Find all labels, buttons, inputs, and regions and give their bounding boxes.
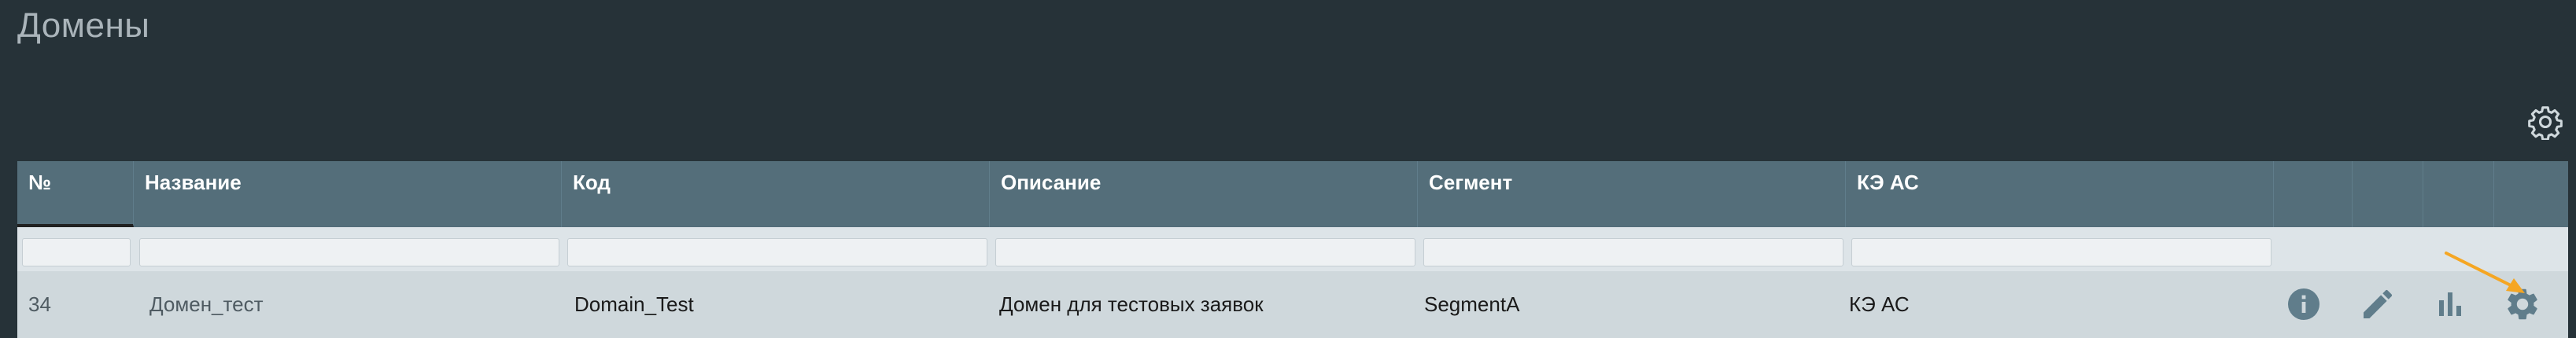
filter-description-input[interactable] xyxy=(995,238,1415,266)
cell-name: Домен_тест xyxy=(149,292,264,316)
table-header: № Название Код Описание Сегмент КЭ АС xyxy=(17,161,2568,227)
cell-num: 34 xyxy=(28,292,51,316)
column-header-action-1 xyxy=(2274,161,2353,227)
domains-table: № Название Код Описание Сегмент КЭ АС 34… xyxy=(17,161,2568,338)
column-header-name[interactable]: Название xyxy=(134,161,562,227)
column-header-segment[interactable]: Сегмент xyxy=(1418,161,1846,227)
table-row[interactable]: 34 Домен_тест Domain_Test Домен для тест… xyxy=(17,271,2568,338)
pointer-arrow-icon xyxy=(2445,252,2525,293)
info-button[interactable] xyxy=(2285,285,2323,323)
info-icon xyxy=(2288,288,2320,320)
edit-button[interactable] xyxy=(2359,285,2397,323)
cell-code: Domain_Test xyxy=(574,292,694,316)
filter-name-input[interactable] xyxy=(139,238,559,266)
column-header-num[interactable]: № xyxy=(17,161,134,227)
filter-num-input[interactable] xyxy=(22,238,131,266)
filter-segment-input[interactable] xyxy=(1423,238,1843,266)
column-header-action-4 xyxy=(2494,161,2568,227)
cell-ke-as: КЭ АС xyxy=(1849,292,1910,316)
column-header-action-3 xyxy=(2423,161,2494,227)
column-header-description[interactable]: Описание xyxy=(990,161,1418,227)
cell-segment: SegmentA xyxy=(1424,292,1520,316)
column-header-code[interactable]: Код xyxy=(562,161,990,227)
filter-ke-as-input[interactable] xyxy=(1851,238,2272,266)
column-header-action-2 xyxy=(2353,161,2423,227)
table-settings-icon[interactable] xyxy=(2527,104,2563,141)
gear-icon xyxy=(2528,106,2563,141)
filter-code-input[interactable] xyxy=(567,238,987,266)
cell-description: Домен для тестовых заявок xyxy=(999,292,1264,316)
filter-row xyxy=(17,227,2568,271)
column-header-ke-as[interactable]: КЭ АС xyxy=(1846,161,2274,227)
page-title: Домены xyxy=(17,6,150,45)
edit-icon xyxy=(2364,289,2393,318)
